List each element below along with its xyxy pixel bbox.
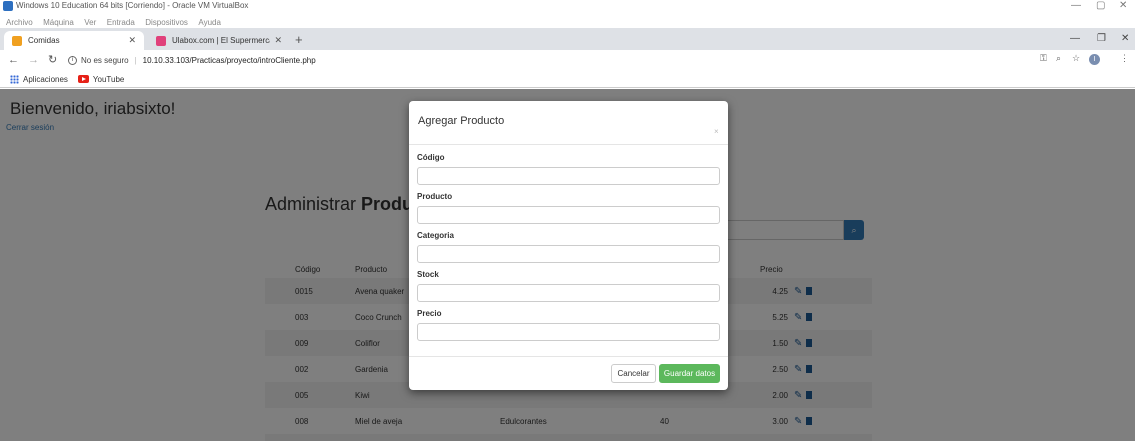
vbox-window-title: Windows 10 Education 64 bits [Corriendo]…: [16, 1, 249, 10]
back-icon[interactable]: ←: [8, 53, 19, 67]
close-icon[interactable]: ×: [714, 127, 719, 136]
bookmark-youtube[interactable]: YouTube: [77, 74, 125, 84]
label-categoria: Categoria: [417, 231, 454, 240]
codigo-input[interactable]: [417, 167, 720, 185]
reload-icon[interactable]: ↻: [48, 53, 57, 67]
forward-icon[interactable]: →: [28, 53, 39, 67]
menu-dispositivos[interactable]: Dispositivos: [145, 18, 188, 27]
tab-label: Ulabox.com | El Supermercado O: [172, 36, 270, 45]
add-product-modal: Agregar Producto × Código Producto Categ…: [409, 101, 728, 390]
minimize-icon[interactable]: —: [1071, 0, 1081, 12]
info-icon[interactable]: i: [68, 56, 77, 65]
modal-header: Agregar Producto ×: [409, 101, 728, 145]
profile-avatar[interactable]: I: [1089, 54, 1100, 65]
menu-ver[interactable]: Ver: [84, 18, 96, 27]
maximize-icon[interactable]: ▢: [1096, 0, 1105, 12]
menu-dots-icon[interactable]: ⋮: [1120, 53, 1129, 64]
menu-maquina[interactable]: Máquina: [43, 18, 74, 27]
categoria-input[interactable]: [417, 245, 720, 263]
menu-archivo[interactable]: Archivo: [6, 18, 33, 27]
tab-strip: Comidas ✕ Ulabox.com | El Supermercado O…: [0, 28, 1135, 50]
new-tab-icon[interactable]: +: [295, 32, 303, 48]
url-text: 10.10.33.103/Practicas/proyecto/introCli…: [142, 56, 316, 65]
tab-close-icon[interactable]: ✕: [274, 35, 282, 46]
omnibox[interactable]: i No es seguro | 10.10.33.103/Practicas/…: [68, 53, 1028, 68]
zoom-icon[interactable]: ⌕: [1056, 53, 1061, 64]
label-precio: Precio: [417, 309, 442, 318]
bookmark-label: YouTube: [92, 74, 125, 84]
security-status: No es seguro: [81, 56, 129, 65]
browser-minimize-icon[interactable]: —: [1070, 33, 1080, 44]
bookmarks-bar: Aplicaciones YouTube: [0, 71, 1135, 88]
tab-label: Comidas: [28, 36, 60, 45]
bookmark-label: Aplicaciones: [23, 74, 68, 84]
producto-input[interactable]: [417, 206, 720, 224]
label-producto: Producto: [417, 192, 453, 201]
omnibox-separator: |: [134, 56, 137, 65]
label-stock: Stock: [417, 270, 439, 279]
browser-restore-icon[interactable]: ❐: [1097, 33, 1106, 44]
browser-close-icon[interactable]: ✕: [1121, 33, 1129, 44]
tab-comidas[interactable]: Comidas ✕: [4, 31, 144, 50]
menu-entrada[interactable]: Entrada: [107, 18, 135, 27]
vbox-title-bar: Windows 10 Education 64 bits [Corriendo]…: [0, 0, 1135, 12]
close-icon[interactable]: ✕: [1119, 0, 1127, 12]
stock-input[interactable]: [417, 284, 720, 302]
star-icon[interactable]: ☆: [1072, 53, 1080, 64]
menu-ayuda[interactable]: Ayuda: [198, 18, 221, 27]
youtube-icon: [77, 75, 89, 83]
precio-input[interactable]: [417, 323, 720, 341]
tab-ulabox[interactable]: Ulabox.com | El Supermercado O ✕: [148, 31, 290, 50]
vbox-menu-bar: Archivo Máquina Ver Entrada Dispositivos…: [0, 12, 1135, 27]
apps-grid-icon: [10, 74, 19, 84]
virtualbox-icon: [3, 1, 13, 11]
tab-favicon-icon: [156, 35, 166, 46]
label-codigo: Código: [417, 153, 445, 162]
tab-favicon-icon: [12, 35, 22, 46]
address-bar-row: ← → ↻ i No es seguro | 10.10.33.103/Prac…: [0, 50, 1135, 70]
bookmark-apps[interactable]: Aplicaciones: [10, 74, 68, 84]
tab-close-icon[interactable]: ✕: [128, 35, 136, 46]
cancel-button[interactable]: Cancelar: [611, 364, 656, 383]
save-button[interactable]: Guardar datos: [659, 364, 720, 383]
modal-title: Agregar Producto: [418, 115, 505, 127]
key-icon[interactable]: ⚿: [1040, 53, 1047, 64]
